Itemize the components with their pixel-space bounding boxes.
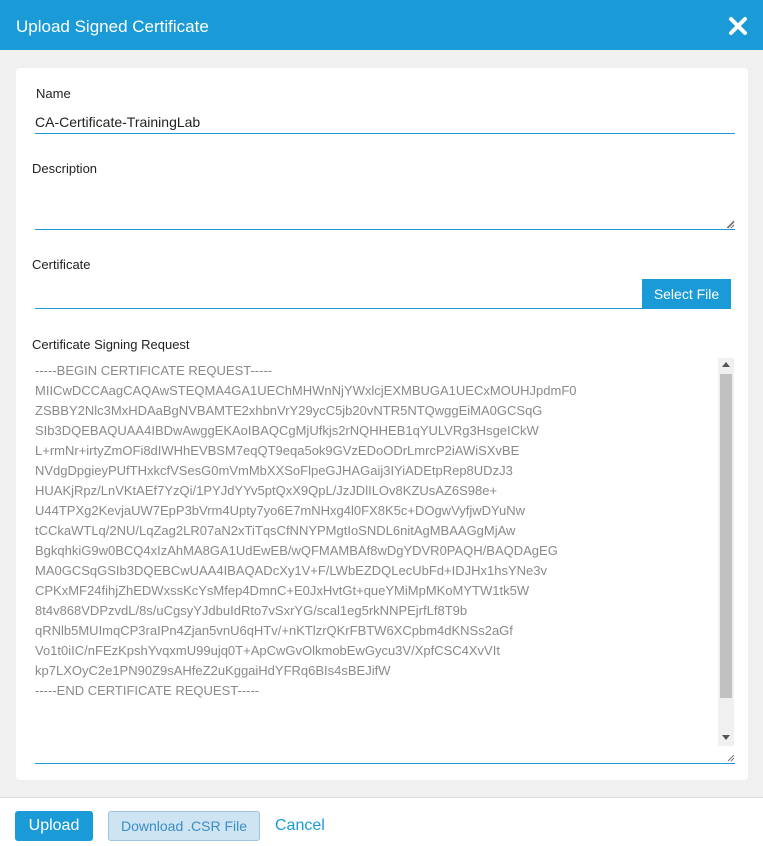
csr-line: 8t4v868VDPzvdL/8s/uCgsyYJdbuIdRto7vSxrYG… — [35, 603, 468, 618]
csr-line: L+rmNr+irtyZmOFi8dIWHhEVBSM7eqQT9eqa5ok9… — [35, 443, 520, 458]
dialog-titlebar: Upload Signed Certificate — [0, 0, 763, 50]
download-csr-button[interactable]: Download .CSR File — [108, 811, 260, 841]
csr-line: SIb3DQEBAQUAA4IBDwAwggEKAoIBAQCgMjUfkjs2… — [35, 423, 539, 438]
close-x-icon[interactable] — [728, 16, 748, 36]
csr-line: Vo1t0iIC/nFEzKpshYvqxmU99ujq0T+ApCwGvOlk… — [35, 643, 500, 658]
csr-line: -----END CERTIFICATE REQUEST----- — [35, 683, 260, 698]
csr-line: NVdgDpgieyPUfTHxkcfVSesG0mVmMbXXSoFlpeGJ… — [35, 463, 513, 478]
name-input[interactable] — [35, 110, 735, 134]
scroll-thumb[interactable] — [720, 374, 732, 698]
csr-line: MA0GCSqGSIb3DQEBCwUAA4IBAQADcXy1V+F/LWbE… — [35, 563, 547, 578]
certificate-file-field[interactable] — [35, 308, 643, 309]
resize-grip-icon[interactable] — [725, 752, 735, 762]
csr-line: kp7LXOyC2e1PN90Z9sAHfeZ2uKggaiHdYFRq6BIs… — [35, 663, 391, 678]
name-label: Name — [36, 86, 71, 101]
csr-line: -----BEGIN CERTIFICATE REQUEST----- — [35, 363, 273, 378]
upload-button[interactable]: Upload — [15, 811, 93, 841]
csr-line: ZSBBY2Nlc3MxHDAaBgNVBAMTE2xhbnVrY29ycC5j… — [35, 403, 543, 418]
close-x-icon-graphic — [729, 17, 747, 35]
csr-line: HUAKjRpz/LnVKtAEf7YzQi/1PYJdYYv5ptQxX9Qp… — [35, 483, 498, 498]
csr-text: -----BEGIN CERTIFICATE REQUEST----- MIICw… — [35, 361, 715, 701]
csr-label: Certificate Signing Request — [32, 337, 190, 352]
select-file-button[interactable]: Select File — [642, 279, 731, 309]
cancel-link[interactable]: Cancel — [275, 817, 325, 835]
scroll-down-arrow-icon[interactable] — [722, 735, 730, 740]
csr-scrollbar[interactable] — [718, 358, 734, 746]
description-resize-grip-icon[interactable] — [725, 219, 735, 229]
csr-line: CPKxMF24fihjZhEDWxssKcYsMfep4DmnC+E0JxHv… — [35, 583, 530, 598]
certificate-label: Certificate — [32, 257, 91, 272]
csr-line: U44TPXg2KevjaUW7EpP3bVrm4Upty7yo6E7mNHxg… — [35, 503, 525, 518]
description-label: Description — [32, 161, 98, 176]
csr-line: tCCkaWTLq/2NU/LqZag2LR07aN2xTiTqsCfNNYPM… — [35, 523, 516, 538]
csr-line: MIICwDCCAagCAQAwSTEQMA4GA1UEChMHWnNjYWxl… — [35, 383, 577, 398]
scroll-up-arrow-icon[interactable] — [722, 362, 730, 367]
csr-textarea[interactable]: -----BEGIN CERTIFICATE REQUEST----- MIICw… — [35, 358, 735, 764]
dialog-title: Upload Signed Certificate — [16, 17, 209, 36]
csr-line: qRNlb5MUImqCP3raIPn4Zjan5vnU6qHTv/+nKTlz… — [35, 623, 513, 638]
description-textarea[interactable] — [35, 188, 735, 230]
footer-divider — [0, 797, 763, 798]
csr-line: BgkqhkiG9w0BCQ4xIzAhMA8GA1UdEwEB/wQFMAMB… — [35, 543, 558, 558]
